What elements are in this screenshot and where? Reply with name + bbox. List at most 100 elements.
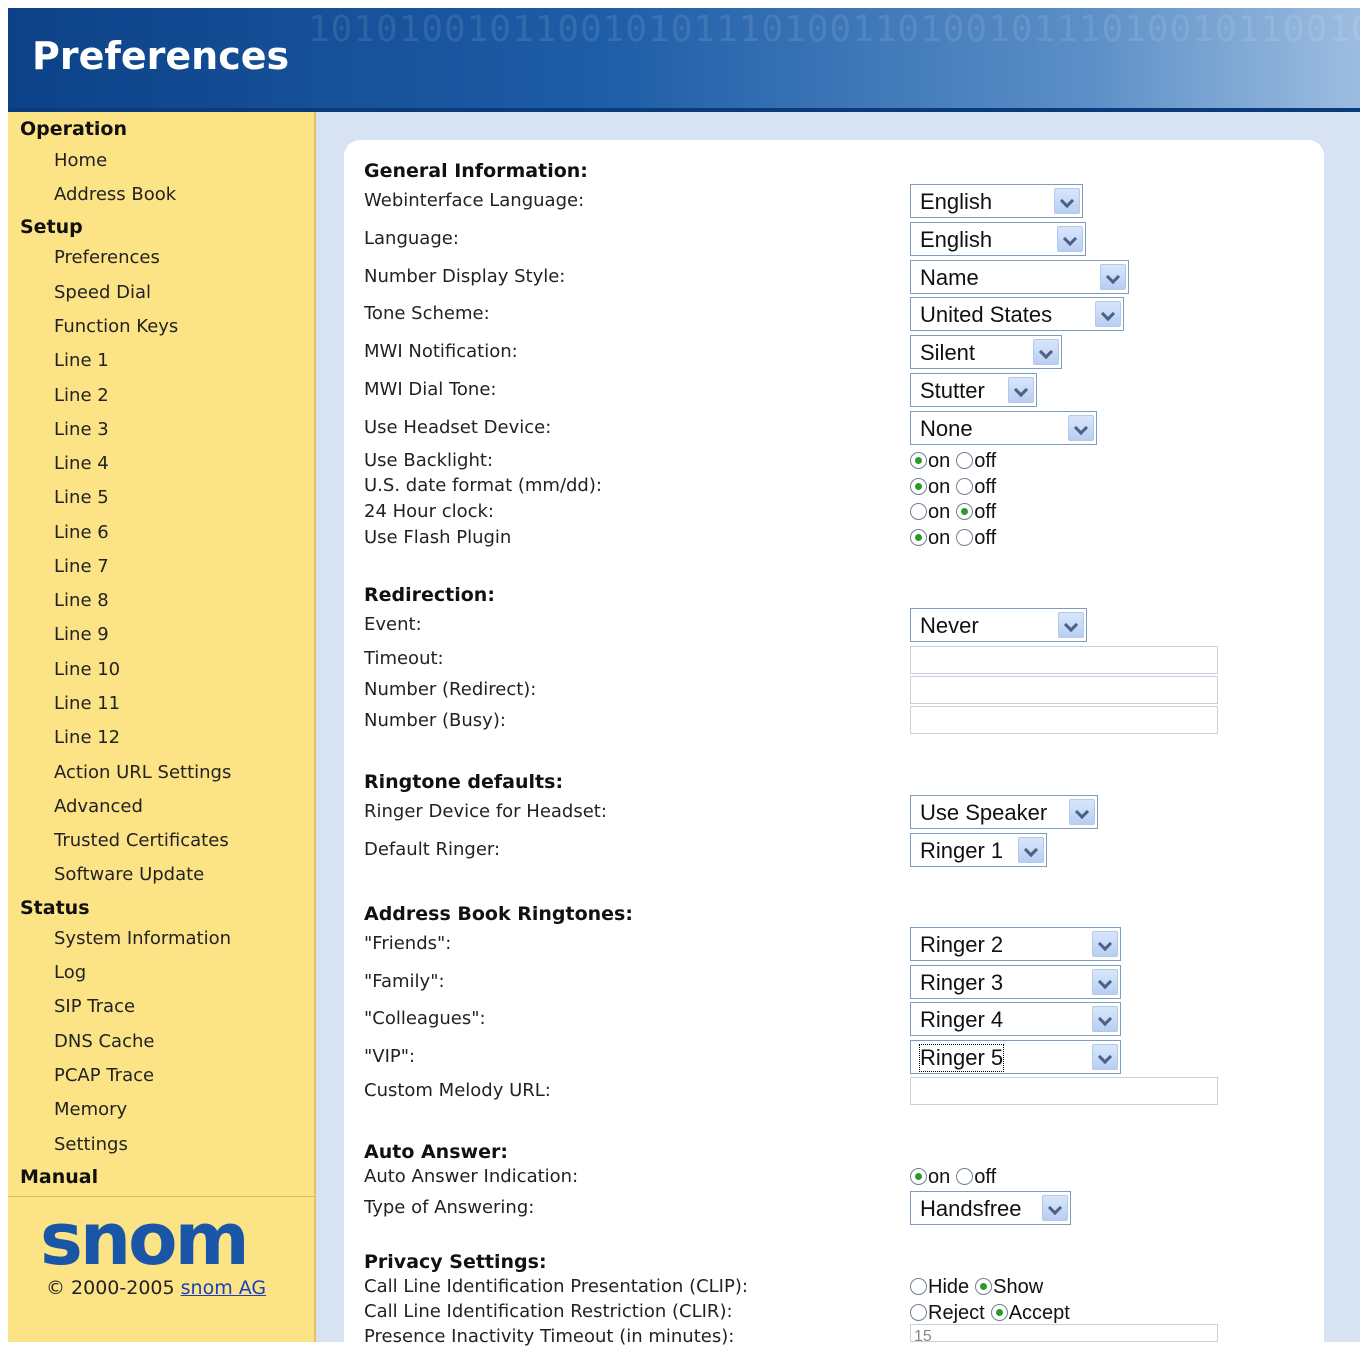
sidebar-item-line-10[interactable]: Line 10 [54,659,120,680]
auto-answer-indication-radio-group: on off [910,1166,1002,1189]
presence-timeout-input[interactable]: 15 [910,1324,1218,1345]
number-busy-input[interactable] [910,706,1218,734]
sidebar-item-address-book[interactable]: Address Book [54,184,176,205]
mwi-dial-tone-select[interactable]: Stutter [910,373,1037,407]
sidebar-item-sip-trace[interactable]: SIP Trace [54,996,135,1017]
number-redirect-input[interactable] [910,676,1218,704]
mwi-notification-select[interactable]: Silent [910,335,1062,369]
us-date-format-off-radio[interactable] [956,478,974,495]
colleagues-ringer-select[interactable]: Ringer 4 [910,1002,1121,1036]
sidebar-item-line-5[interactable]: Line 5 [54,487,109,508]
webinterface-language-select[interactable]: English [910,184,1083,218]
sidebar-item-pcap-trace[interactable]: PCAP Trace [54,1065,154,1086]
clir-reject-radio[interactable] [910,1304,927,1321]
select-value: Ringer 4 [920,1007,1004,1032]
type-of-answering-label: Type of Answering: [364,1197,535,1218]
redirection-event-select[interactable]: Never [910,608,1087,642]
colleagues-label: "Colleagues": [364,1008,486,1029]
copyright-notice: © 2000-2005 snom AG [46,1277,266,1299]
mwi-dial-tone-label: MWI Dial Tone: [364,379,497,400]
sidebar-item-line-9[interactable]: Line 9 [54,624,109,645]
use-headset-device-select[interactable]: None [910,411,1097,445]
sidebar-item-advanced[interactable]: Advanced [54,796,143,817]
auto-answer-indication-on-radio[interactable] [910,1168,927,1185]
tone-scheme-select[interactable]: United States [910,297,1124,331]
sidebar-item-line-12[interactable]: Line 12 [54,727,120,748]
family-ringer-select[interactable]: Ringer 3 [910,965,1121,999]
sidebar-item-line-4[interactable]: Line 4 [54,453,109,474]
friends-ringer-select[interactable]: Ringer 2 [910,927,1121,961]
select-value: Stutter [920,378,985,403]
sidebar-item-preferences[interactable]: Preferences [54,247,160,268]
number-display-style-select[interactable]: Name [910,260,1129,294]
page-title: Preferences [32,34,290,78]
chevron-down-icon [1069,799,1095,825]
select-value: Ringer 2 [920,932,1004,957]
chevron-down-icon [1092,969,1118,995]
auto-answer-indication-off-radio[interactable] [956,1168,974,1185]
input-value: 15 [914,1328,932,1345]
sidebar-item-line-7[interactable]: Line 7 [54,556,109,577]
use-backlight-radio-group: on off [910,450,1002,473]
sidebar-item-speed-dial[interactable]: Speed Dial [54,282,151,303]
sidebar-item-action-url-settings[interactable]: Action URL Settings [54,762,231,783]
timeout-input[interactable] [910,646,1218,674]
clip-show-radio[interactable] [975,1278,993,1295]
mwi-notification-label: MWI Notification: [364,341,518,362]
use-flash-plugin-on-radio[interactable] [910,529,927,546]
use-flash-plugin-label: Use Flash Plugin [364,527,512,548]
tone-scheme-label: Tone Scheme: [364,303,490,324]
snom-ag-link[interactable]: snom AG [181,1277,267,1299]
use-flash-plugin-off-radio[interactable] [956,529,974,546]
us-date-format-on-radio[interactable] [910,478,927,495]
sidebar-item-settings[interactable]: Settings [54,1134,128,1155]
sidebar-item-system-information[interactable]: System Information [54,928,231,949]
sidebar-item-function-keys[interactable]: Function Keys [54,316,178,337]
language-select[interactable]: English [910,222,1086,256]
vip-label: "VIP": [364,1046,416,1067]
number-busy-label: Number (Busy): [364,710,506,731]
default-ringer-select[interactable]: Ringer 1 [910,833,1047,867]
clir-accept-radio[interactable] [990,1304,1008,1321]
clip-hide-radio[interactable] [910,1278,927,1295]
select-value: Use Speaker [920,800,1048,825]
sidebar-item-line-3[interactable]: Line 3 [54,419,109,440]
select-value: English [920,227,993,252]
select-value: None [920,416,973,441]
use-backlight-off-radio[interactable] [956,452,974,469]
vip-ringer-select[interactable]: Ringer 5 [910,1040,1121,1074]
sidebar-item-line-8[interactable]: Line 8 [54,590,109,611]
sidebar-item-line-6[interactable]: Line 6 [54,522,109,543]
type-of-answering-select[interactable]: Handsfree [910,1191,1071,1225]
custom-melody-url-label: Custom Melody URL: [364,1080,551,1101]
sidebar-item-home[interactable]: Home [54,150,107,171]
redirection-heading: Redirection: [364,584,495,606]
chevron-down-icon [1092,931,1118,957]
sidebar-item-trusted-certificates[interactable]: Trusted Certificates [54,830,229,851]
friends-label: "Friends": [364,933,452,954]
chevron-down-icon [1068,415,1094,441]
sidebar-item-line-2[interactable]: Line 2 [54,385,109,406]
hour-clock-24-radio-group: on off [910,501,1002,524]
hour-clock-24-off-radio[interactable] [956,503,974,520]
custom-melody-url-input[interactable] [910,1077,1218,1105]
sidebar-section-manual[interactable]: Manual [20,1166,98,1188]
language-label: Language: [364,228,459,249]
radio-label-off: off [974,476,997,498]
use-backlight-on-radio[interactable] [910,452,927,469]
radio-label-on: on [928,450,951,472]
sidebar-item-line-1[interactable]: Line 1 [54,350,109,371]
sidebar-item-log[interactable]: Log [54,962,86,983]
sidebar-item-line-11[interactable]: Line 11 [54,693,120,714]
sidebar-item-software-update[interactable]: Software Update [54,864,204,885]
number-display-style-label: Number Display Style: [364,266,566,287]
clip-label: Call Line Identification Presentation (C… [364,1276,748,1297]
radio-label-hide: Hide [928,1276,970,1298]
use-flash-plugin-radio-group: on off [910,527,1002,550]
ringer-device-headset-select[interactable]: Use Speaker [910,795,1098,829]
hour-clock-24-on-radio[interactable] [910,503,927,520]
select-value: Ringer 3 [920,970,1004,995]
timeout-label: Timeout: [364,648,444,669]
sidebar-item-dns-cache[interactable]: DNS Cache [54,1031,154,1052]
sidebar-item-memory[interactable]: Memory [54,1099,127,1120]
